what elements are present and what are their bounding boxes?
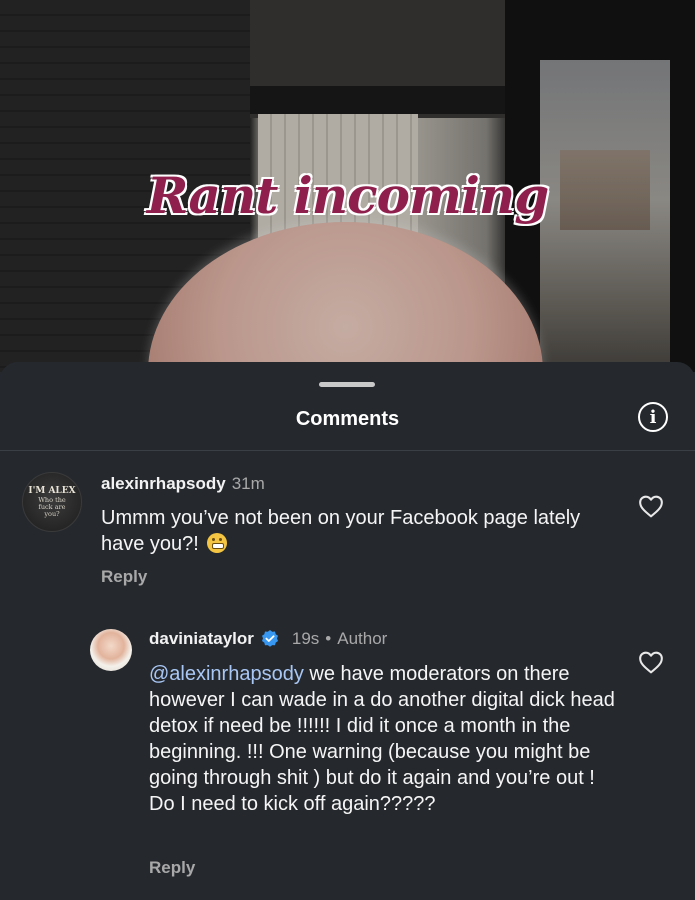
verified-badge-icon — [260, 629, 280, 649]
comment-time: 19s — [291, 629, 320, 648]
mention-link[interactable]: @alexinrhapsody — [149, 663, 304, 685]
info-icon[interactable]: i — [638, 402, 668, 432]
avatar[interactable]: I'M ALEX Who the fuck are you? — [22, 472, 82, 532]
sheet-title: Comments — [295, 408, 400, 430]
reply-button[interactable]: Reply — [101, 567, 147, 587]
drag-handle[interactable] — [319, 382, 375, 387]
heart-icon[interactable] — [638, 650, 664, 674]
avatar[interactable] — [90, 629, 132, 671]
reply-button[interactable]: Reply — [149, 858, 195, 878]
comment-text-content: we have moderators on there however I ca… — [149, 663, 615, 815]
comments-sheet: Comments i I'M ALEX Who the fuck are you… — [0, 362, 695, 900]
divider — [0, 450, 695, 451]
comment-header: alexinrhapsody 31m — [101, 474, 265, 494]
author-label: Author — [337, 629, 388, 648]
comment-username[interactable]: daviniataylor — [149, 629, 254, 649]
comment-header: daviniataylor 19s • Author — [149, 629, 387, 649]
video-background[interactable]: Rant incoming — [0, 0, 695, 372]
avatar-text-main: I'M ALEX — [28, 485, 76, 496]
grimacing-face-emoji — [207, 533, 228, 553]
comment-text: Ummm you’ve not been on your Facebook pa… — [101, 505, 601, 557]
comment-text-content: Ummm you’ve not been on your Facebook pa… — [101, 507, 581, 555]
comment-username[interactable]: alexinrhapsody — [101, 474, 226, 493]
comment-text: @alexinrhapsody we have moderators on th… — [149, 661, 619, 817]
meta-separator: • — [325, 629, 332, 648]
video-caption: Rant incoming — [146, 166, 549, 225]
comment-time: 31m — [231, 474, 265, 493]
heart-icon[interactable] — [638, 494, 664, 518]
avatar-text-sub: Who the fuck are you? — [38, 495, 66, 518]
